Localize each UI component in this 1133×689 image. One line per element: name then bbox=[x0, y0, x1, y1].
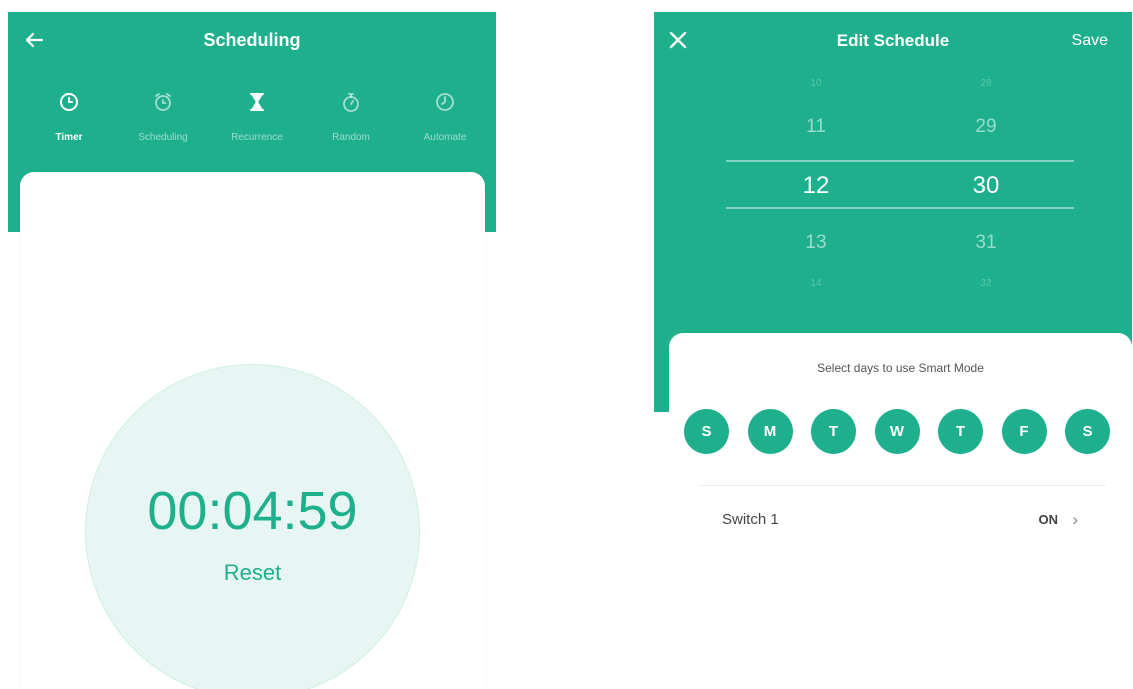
mode-tabs: Timer Scheduling Recurrence Random Autom… bbox=[24, 90, 490, 160]
switch-state: ON bbox=[1038, 512, 1059, 527]
switch-1-row[interactable]: Switch 1 ON › bbox=[698, 510, 1106, 541]
page-title: Edit Schedule bbox=[836, 31, 950, 50]
day-selector: S M T W T F S bbox=[684, 409, 1110, 454]
tab-label: Scheduling bbox=[138, 132, 188, 143]
day-button-thursday[interactable]: T bbox=[938, 409, 983, 454]
chevron-right-icon: › bbox=[1072, 510, 1078, 529]
switch-label: Switch 1 bbox=[722, 511, 779, 528]
page-title: Scheduling bbox=[203, 30, 301, 50]
day-button-wednesday[interactable]: W bbox=[874, 409, 920, 454]
tab-label: Timer bbox=[55, 132, 83, 143]
picker-divider bbox=[726, 207, 1074, 209]
picker-minute-selected[interactable]: 30 bbox=[956, 172, 1016, 200]
day-button-saturday[interactable]: S bbox=[1065, 409, 1110, 454]
picker-minute-faded: 28 bbox=[980, 78, 992, 89]
picker-hour-above[interactable]: 11 bbox=[786, 116, 846, 138]
tab-label: Automate bbox=[423, 132, 467, 143]
tab-recurrence[interactable]: Recurrence bbox=[212, 90, 302, 160]
schedule-options-card: Select days to use Smart Mode S M T W T … bbox=[669, 333, 1132, 689]
tab-label: Random bbox=[332, 132, 370, 143]
picker-hour-faded: 14 bbox=[810, 278, 822, 289]
picker-divider bbox=[726, 160, 1074, 162]
day-button-tuesday[interactable]: T bbox=[811, 409, 856, 454]
divider bbox=[698, 485, 1106, 486]
day-button-friday[interactable]: F bbox=[1001, 409, 1047, 454]
save-button[interactable]: Save bbox=[1072, 32, 1108, 50]
stopwatch-icon bbox=[343, 93, 359, 112]
timer-dial: 00:04:59 Reset bbox=[85, 364, 420, 689]
tab-random[interactable]: Random bbox=[306, 90, 396, 160]
days-title: Select days to use Smart Mode bbox=[817, 361, 984, 375]
scheduling-screen: Scheduling Timer Scheduling Recurrence R… bbox=[8, 12, 496, 689]
reset-button[interactable]: Reset bbox=[86, 560, 419, 586]
clock-icon bbox=[60, 93, 78, 111]
countdown-display: 00:04:59 bbox=[147, 481, 358, 541]
picker-hour-faded: 10 bbox=[810, 78, 822, 89]
tab-timer[interactable]: Timer bbox=[24, 90, 114, 160]
picker-minute-faded: 32 bbox=[980, 278, 992, 289]
picker-hour-selected[interactable]: 12 bbox=[786, 172, 846, 200]
hourglass-icon bbox=[250, 93, 264, 111]
timer-icon bbox=[436, 93, 454, 111]
edit-schedule-screen: Edit Schedule Save 10 28 11 29 12 30 13 … bbox=[654, 12, 1132, 689]
tab-automate[interactable]: Automate bbox=[400, 90, 490, 160]
picker-minute-above[interactable]: 29 bbox=[956, 116, 1016, 138]
day-button-monday[interactable]: M bbox=[747, 409, 793, 454]
alarm-clock-icon bbox=[155, 93, 171, 111]
day-button-sunday[interactable]: S bbox=[684, 409, 729, 454]
picker-hour-below[interactable]: 13 bbox=[786, 232, 846, 254]
tab-scheduling[interactable]: Scheduling bbox=[118, 90, 208, 160]
picker-minute-below[interactable]: 31 bbox=[956, 232, 1016, 254]
tab-label: Recurrence bbox=[231, 132, 283, 143]
